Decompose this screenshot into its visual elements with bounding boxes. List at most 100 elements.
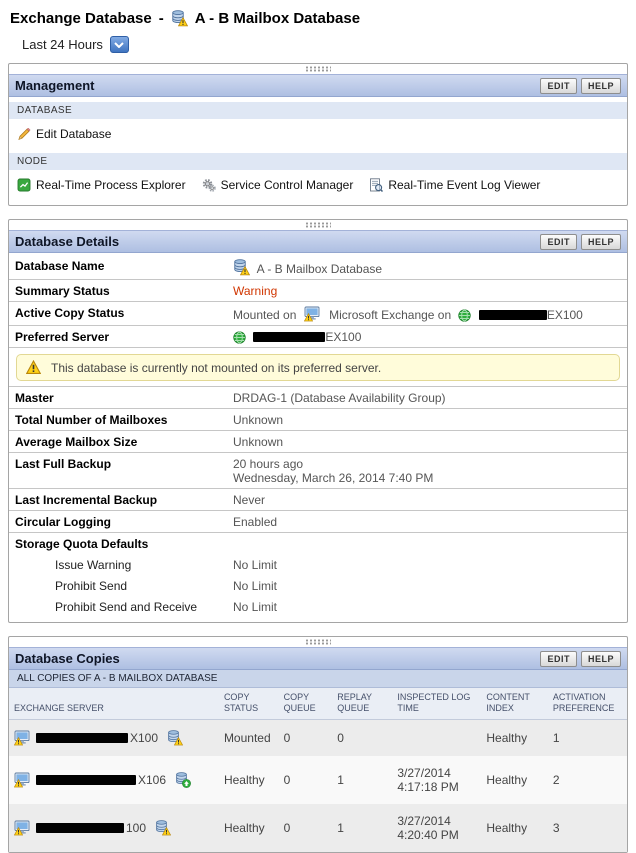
- event-log-viewer-label: Real-Time Event Log Viewer: [388, 178, 541, 192]
- redacted-server-name: [253, 332, 326, 342]
- inspected-log-time-cell: 3/27/2014 4:17:18 PM: [392, 755, 482, 804]
- col-content-index[interactable]: CONTENT INDEX: [481, 688, 548, 720]
- process-explorer-link[interactable]: Real-Time Process Explorer: [17, 178, 186, 192]
- help-button[interactable]: HELP: [580, 650, 621, 667]
- active-copy-status-value: Mounted on Microsoft Exchange on EX100: [227, 301, 627, 326]
- col-replay-queue[interactable]: REPLAY QUEUE: [332, 688, 393, 720]
- server-name-suffix[interactable]: EX100: [325, 330, 361, 344]
- warning-banner: This database is currently not mounted o…: [16, 354, 620, 381]
- active-copy-status-label: Active Copy Status: [9, 301, 227, 326]
- issue-warning-label: Issue Warning: [55, 558, 132, 572]
- copies-subtitle: ALL COPIES OF A - B MAILBOX DATABASE: [9, 670, 627, 688]
- copy-queue-cell: 0: [278, 803, 333, 852]
- col-activation-preference[interactable]: ACTIVATION PREFERENCE: [547, 688, 627, 720]
- server-name-suffix: 100: [126, 820, 147, 835]
- server-warning-icon: [14, 820, 30, 835]
- col-inspected-log-time[interactable]: INSPECTED LOG TIME: [392, 688, 482, 720]
- exchange-server-cell[interactable]: X106: [9, 755, 219, 804]
- database-details-panel: Database Details EDIT HELP Database Name…: [8, 219, 628, 623]
- panel-drag-handle[interactable]: [9, 220, 627, 230]
- database-warning-icon: [156, 819, 172, 835]
- last-full-backup-label: Last Full Backup: [9, 452, 227, 489]
- exchange-server-cell[interactable]: X100: [9, 719, 219, 756]
- circular-logging-label: Circular Logging: [9, 510, 227, 533]
- total-mailboxes-value: Unknown: [227, 408, 627, 431]
- replay-queue-cell: 1: [332, 755, 393, 804]
- row-prohibit-send: Prohibit Send No Limit: [9, 575, 627, 596]
- help-button[interactable]: HELP: [580, 233, 621, 250]
- col-exchange-server[interactable]: EXCHANGE SERVER: [9, 688, 219, 720]
- copy-queue-cell: 0: [278, 755, 333, 804]
- redacted-server-name: [478, 310, 547, 320]
- avg-mailbox-size-label: Average Mailbox Size: [9, 430, 227, 453]
- prohibit-send-label: Prohibit Send: [55, 579, 128, 593]
- edit-database-label: Edit Database: [36, 127, 112, 141]
- exchange-server-cell[interactable]: 100: [9, 803, 219, 852]
- row-prohibit-send-receive: Prohibit Send and Receive No Limit: [9, 596, 627, 617]
- event-log-icon: [369, 178, 383, 192]
- service-control-manager-link[interactable]: Service Control Manager: [202, 178, 353, 192]
- copies-panel-header: Database Copies EDIT HELP: [9, 647, 627, 670]
- help-button[interactable]: HELP: [580, 77, 621, 94]
- prohibit-send-value: No Limit: [233, 579, 278, 593]
- row-last-full-backup: Last Full Backup 20 hours ago Wednesday,…: [9, 452, 627, 489]
- redacted-server-name: [36, 732, 128, 743]
- node-section-header: NODE: [9, 153, 627, 170]
- prohibit-send-receive-value: No Limit: [233, 600, 278, 614]
- content-index-cell: Healthy: [481, 719, 548, 756]
- content-index-cell: Healthy: [481, 755, 548, 804]
- col-copy-queue[interactable]: COPY QUEUE: [278, 688, 333, 720]
- globe-up-icon: [458, 309, 471, 322]
- process-explorer-label: Real-Time Process Explorer: [36, 178, 186, 192]
- summary-status-value: Warning: [233, 284, 278, 298]
- pencil-icon: [17, 127, 31, 141]
- table-row: 100 Healthy 0 1 3/27/2014 4:20:40 PM Hea…: [9, 803, 627, 852]
- prohibit-send-receive-label: Prohibit Send and Receive: [55, 600, 198, 614]
- circular-logging-value: Enabled: [227, 510, 627, 533]
- server-name-suffix: X100: [130, 730, 159, 745]
- time-filter: Last 24 Hours: [8, 29, 628, 63]
- inspected-log-time-cell: 3/27/2014 4:20:40 PM: [392, 803, 482, 852]
- time-filter-dropdown-button[interactable]: [109, 36, 129, 53]
- row-issue-warning: Issue Warning No Limit: [9, 554, 627, 575]
- panel-drag-handle[interactable]: [9, 64, 627, 74]
- edit-database-link[interactable]: Edit Database: [17, 127, 111, 141]
- edit-button[interactable]: EDIT: [540, 233, 577, 250]
- activation-preference-cell: 3: [547, 803, 627, 852]
- globe-up-icon: [233, 331, 246, 344]
- row-preferred-server: Preferred Server EX100: [9, 325, 627, 348]
- warning-triangle-icon: [26, 360, 41, 374]
- col-copy-status[interactable]: COPY STATUS: [218, 688, 279, 720]
- table-row: X106 Healthy 0 1 3/27/2014 4:17:18 PM He…: [9, 755, 627, 804]
- storage-quota-defaults-label: Storage Quota Defaults: [15, 537, 149, 551]
- row-summary-status: Summary Status Warning: [9, 279, 627, 302]
- time-filter-label[interactable]: Last 24 Hours: [22, 37, 103, 52]
- database-warning-icon: [234, 259, 250, 276]
- redacted-server-name: [36, 774, 136, 785]
- last-incremental-backup-label: Last Incremental Backup: [9, 488, 227, 511]
- row-storage-quota-defaults: Storage Quota Defaults: [9, 533, 627, 555]
- replay-queue-cell: 0: [332, 719, 393, 756]
- row-database-name: Database Name A - B Mailbox Database: [9, 255, 627, 280]
- panel-drag-handle[interactable]: [9, 637, 627, 647]
- server-name-suffix[interactable]: EX100: [547, 308, 583, 322]
- copies-table: EXCHANGE SERVER COPY STATUS COPY QUEUE R…: [9, 688, 627, 852]
- database-warning-icon: [172, 10, 188, 27]
- database-name-value: A - B Mailbox Database: [227, 255, 627, 280]
- details-panel-header: Database Details EDIT HELP: [9, 230, 627, 253]
- server-warning-icon: [14, 772, 30, 787]
- edit-button[interactable]: EDIT: [540, 650, 577, 667]
- page-title-text: Exchange Database: [10, 10, 152, 27]
- row-total-mailboxes: Total Number of Mailboxes Unknown: [9, 408, 627, 431]
- title-separator: -: [158, 10, 164, 27]
- database-section-header: DATABASE: [9, 102, 627, 119]
- chevron-down-icon: [114, 41, 125, 48]
- row-avg-mailbox-size: Average Mailbox Size Unknown: [9, 430, 627, 453]
- activation-preference-cell: 1: [547, 719, 627, 756]
- table-row: X100 Mounted 0 0 Healthy 1: [9, 719, 627, 756]
- preferred-server-value: EX100: [227, 325, 627, 348]
- gears-icon: [202, 178, 216, 192]
- master-label: Master: [9, 386, 227, 409]
- event-log-viewer-link[interactable]: Real-Time Event Log Viewer: [369, 178, 540, 192]
- edit-button[interactable]: EDIT: [540, 77, 577, 94]
